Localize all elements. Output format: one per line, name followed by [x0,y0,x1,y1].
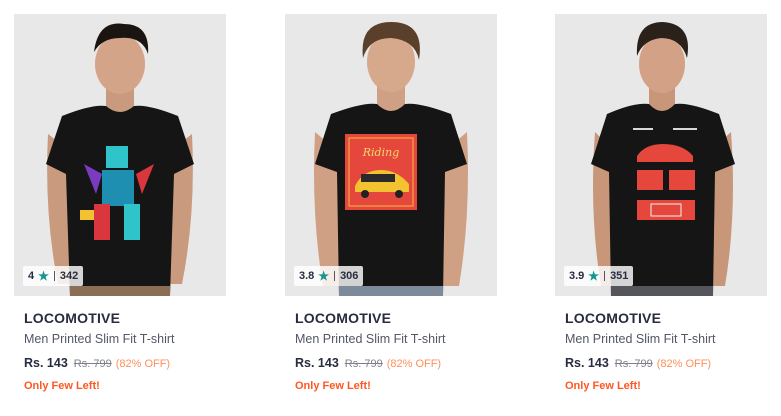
product-image[interactable]: Riding 3.8 ★ 306 [285,14,497,296]
rating-divider [604,271,606,281]
price-row: Rs. 143 Rs. 799 (82% OFF) [565,356,757,370]
rating-count: 351 [610,270,629,282]
rating-value: 3.8 [299,270,315,282]
stock-warning: Only Few Left! [565,380,641,392]
product-price: Rs. 143 [565,356,609,370]
product-brand: LOCOMOTIVE [24,310,121,326]
star-icon: ★ [38,269,49,283]
product-grid: 4 ★ 342 LOCOMOTIVE Men Printed Slim Fit … [0,0,781,416]
product-brand: LOCOMOTIVE [565,310,662,326]
product-name: Men Printed Slim Fit T-shirt [295,332,446,346]
rating-count: 306 [340,270,359,282]
product-info: LOCOMOTIVE Men Printed Slim Fit T-shirt … [14,310,226,392]
star-icon: ★ [588,269,600,283]
model-photo [555,14,767,296]
rating-value: 4 [28,270,35,282]
product-mrp: Rs. 799 [614,358,653,370]
product-card[interactable]: 4 ★ 342 LOCOMOTIVE Men Printed Slim Fit … [14,14,226,409]
print-text: Riding [362,146,400,159]
product-card[interactable]: 3.9 ★ 351 LOCOMOTIVE Men Printed Slim Fi… [555,14,767,409]
product-discount: (82% OFF) [115,358,171,370]
price-row: Rs. 143 Rs. 799 (82% OFF) [24,356,216,370]
rating-count: 342 [59,270,79,282]
product-image[interactable]: 4 ★ 342 [14,14,226,296]
product-name: Men Printed Slim Fit T-shirt [24,332,175,346]
rating-badge: 3.9 ★ 351 [564,266,634,286]
product-name: Men Printed Slim Fit T-shirt [565,332,716,346]
product-mrp: Rs. 799 [344,358,383,370]
product-info: LOCOMOTIVE Men Printed Slim Fit T-shirt … [555,310,767,392]
stock-warning: Only Few Left! [24,380,100,392]
rating-divider [334,271,336,281]
product-info: LOCOMOTIVE Men Printed Slim Fit T-shirt … [285,310,497,392]
product-price: Rs. 143 [295,356,339,370]
product-card[interactable]: Riding 3.8 ★ 306 LOCOMOTIVE Men Printed … [285,14,497,409]
product-discount: (82% OFF) [386,358,442,370]
price-row: Rs. 143 Rs. 799 (82% OFF) [295,356,487,370]
product-price: Rs. 143 [24,356,68,370]
rating-divider [53,271,55,281]
model-photo: Riding [285,14,497,296]
star-icon: ★ [318,269,330,283]
rating-badge: 3.8 ★ 306 [294,266,364,286]
product-mrp: Rs. 799 [73,358,112,370]
product-discount: (82% OFF) [656,358,712,370]
model-photo [14,14,226,296]
product-brand: LOCOMOTIVE [295,310,392,326]
car-poster-print: Riding [345,134,417,210]
stock-warning: Only Few Left! [295,380,371,392]
rating-badge: 4 ★ 342 [23,266,84,286]
product-image[interactable]: 3.9 ★ 351 [555,14,767,296]
rating-value: 3.9 [569,270,585,282]
